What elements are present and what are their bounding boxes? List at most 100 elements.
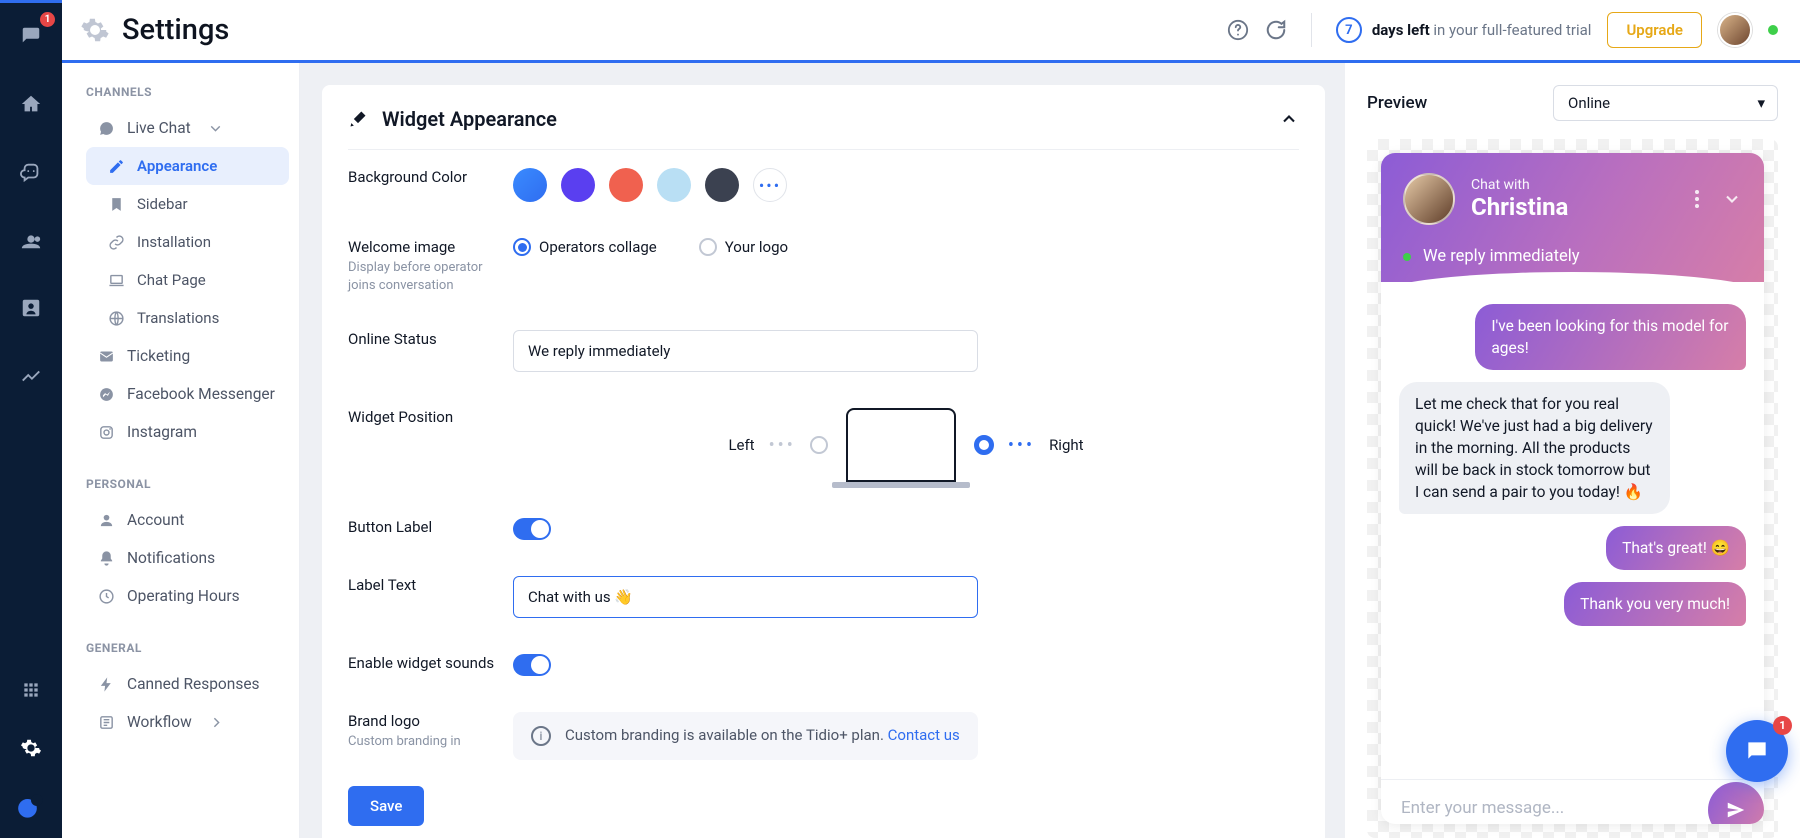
dots-icon: ••• <box>769 435 796 456</box>
rail-inbox-badge: 1 <box>40 12 55 27</box>
sidebar-item-translations[interactable]: Translations <box>86 299 289 337</box>
bg-color-label: Background Color <box>348 168 513 186</box>
message-guest: I've been looking for this model for age… <box>1475 304 1746 370</box>
center-panel: Widget Appearance Background Color ••• <box>300 63 1345 838</box>
send-button[interactable] <box>1708 782 1764 824</box>
sidebar-item-instagram[interactable]: Instagram <box>86 413 289 451</box>
rail-analytics-icon[interactable] <box>13 358 49 394</box>
button-label-label: Button Label <box>348 518 513 536</box>
topbar: Settings 7 days left in your full-featur… <box>62 0 1800 63</box>
preview-panel: Preview Online Chat with Christina <box>1345 63 1800 838</box>
chat-status: We reply immediately <box>1403 247 1742 266</box>
kebab-icon[interactable] <box>1694 189 1700 209</box>
pen-icon <box>108 158 125 175</box>
chat-input-placeholder[interactable]: Enter your message... <box>1401 798 1564 818</box>
radio-unchecked-icon <box>699 238 717 256</box>
sidebar-item-livechat[interactable]: Live Chat <box>86 109 289 147</box>
position-left-radio[interactable] <box>810 436 828 454</box>
page: Settings 7 days left in your full-featur… <box>62 0 1800 838</box>
dots-icon: ••• <box>1008 435 1035 456</box>
help-icon[interactable] <box>1227 19 1249 41</box>
message-guest: That's great! 😄 <box>1606 526 1746 570</box>
chevron-down-icon <box>207 120 224 137</box>
swatch-more[interactable]: ••• <box>753 168 787 202</box>
swatch-dark[interactable] <box>705 168 739 202</box>
widget-appearance-card: Widget Appearance Background Color ••• <box>322 85 1325 838</box>
swatch-purple[interactable] <box>561 168 595 202</box>
rail-apps-icon[interactable] <box>13 672 49 708</box>
brush-icon <box>348 109 368 129</box>
bolt-icon <box>98 676 115 693</box>
sidebar-item-installation[interactable]: Installation <box>86 223 289 261</box>
minimize-icon[interactable] <box>1722 189 1742 209</box>
messenger-icon <box>98 386 115 403</box>
rail-address-icon[interactable] <box>13 290 49 326</box>
contact-us-link[interactable]: Contact us <box>888 726 960 744</box>
card-title: Widget Appearance <box>382 107 557 131</box>
sidebar-item-canned[interactable]: Canned Responses <box>86 665 289 703</box>
save-button[interactable]: Save <box>348 786 424 826</box>
message-guest: Thank you very much! <box>1564 582 1746 626</box>
sounds-label: Enable widget sounds <box>348 654 513 672</box>
laptop-icon <box>108 272 125 289</box>
rail-bot-icon[interactable] <box>13 154 49 190</box>
page-title-icon <box>80 15 110 45</box>
swatch-red[interactable] <box>609 168 643 202</box>
preview-state-select[interactable]: Online <box>1553 85 1778 121</box>
sounds-toggle[interactable] <box>513 654 551 676</box>
section-personal: PERSONAL <box>86 477 289 491</box>
sidebar-item-account[interactable]: Account <box>86 501 289 539</box>
sidebar-item-notifications[interactable]: Notifications <box>86 539 289 577</box>
radio-checked-icon <box>513 238 531 256</box>
bg-color-swatches: ••• <box>513 168 1299 202</box>
user-avatar[interactable] <box>1718 13 1752 47</box>
operator-avatar <box>1403 173 1455 225</box>
rail-inbox-icon[interactable]: 1 <box>13 18 49 54</box>
status-label: Online Status <box>348 330 513 348</box>
sidebar-item-chatpage[interactable]: Chat Page <box>86 261 289 299</box>
settings-sidebar: CHANNELS Live Chat Appearance Sidebar In… <box>62 63 300 838</box>
online-status-input[interactable] <box>513 330 978 372</box>
sidebar-item-messenger[interactable]: Facebook Messenger <box>86 375 289 413</box>
swatch-blue[interactable] <box>513 168 547 202</box>
user-icon <box>98 512 115 529</box>
instagram-icon <box>98 424 115 441</box>
button-label-toggle[interactable] <box>513 518 551 540</box>
swatch-lightblue[interactable] <box>657 168 691 202</box>
mail-icon <box>98 348 115 365</box>
brand-info-box: i Custom branding is available on the Ti… <box>513 712 978 760</box>
chevron-right-icon <box>208 714 225 731</box>
collapse-icon[interactable] <box>1279 109 1299 129</box>
position-right-radio[interactable] <box>974 435 994 455</box>
fab-badge: 1 <box>1773 716 1792 735</box>
welcome-sub: Display before operator joins conversati… <box>348 259 513 294</box>
sidebar-item-ticketing[interactable]: Ticketing <box>86 337 289 375</box>
rail-logo-icon[interactable] <box>13 788 49 824</box>
sidebar-item-appearance[interactable]: Appearance <box>86 147 289 185</box>
rail-settings-icon[interactable] <box>13 730 49 766</box>
globe-icon <box>108 310 125 327</box>
rail-contacts-icon[interactable] <box>13 222 49 258</box>
page-title: Settings <box>122 13 229 47</box>
clock-icon <box>98 588 115 605</box>
sidebar-item-workflow[interactable]: Workflow <box>86 703 289 741</box>
operator-name: Chat with Christina <box>1471 177 1568 221</box>
bell-icon <box>98 550 115 567</box>
brand-label: Brand logo <box>348 712 513 730</box>
sidebar-item-hours[interactable]: Operating Hours <box>86 577 289 615</box>
workflow-icon <box>98 714 115 731</box>
upgrade-button[interactable]: Upgrade <box>1607 12 1702 48</box>
label-text-input[interactable] <box>513 576 978 618</box>
chat-launcher-fab[interactable]: 1 <box>1726 720 1788 782</box>
trial-text: days left in your full-featured trial <box>1372 21 1592 39</box>
radio-operators-collage[interactable]: Operators collage <box>513 238 657 256</box>
radio-your-logo[interactable]: Your logo <box>699 238 788 256</box>
preview-title: Preview <box>1367 93 1427 113</box>
trial-days-count: 7 <box>1336 17 1362 43</box>
rail-home-icon[interactable] <box>13 86 49 122</box>
welcome-label: Welcome image <box>348 238 513 256</box>
refresh-icon[interactable] <box>1265 19 1287 41</box>
position-label: Widget Position <box>348 408 513 426</box>
sidebar-item-sidebar[interactable]: Sidebar <box>86 185 289 223</box>
label-text-label: Label Text <box>348 576 513 594</box>
